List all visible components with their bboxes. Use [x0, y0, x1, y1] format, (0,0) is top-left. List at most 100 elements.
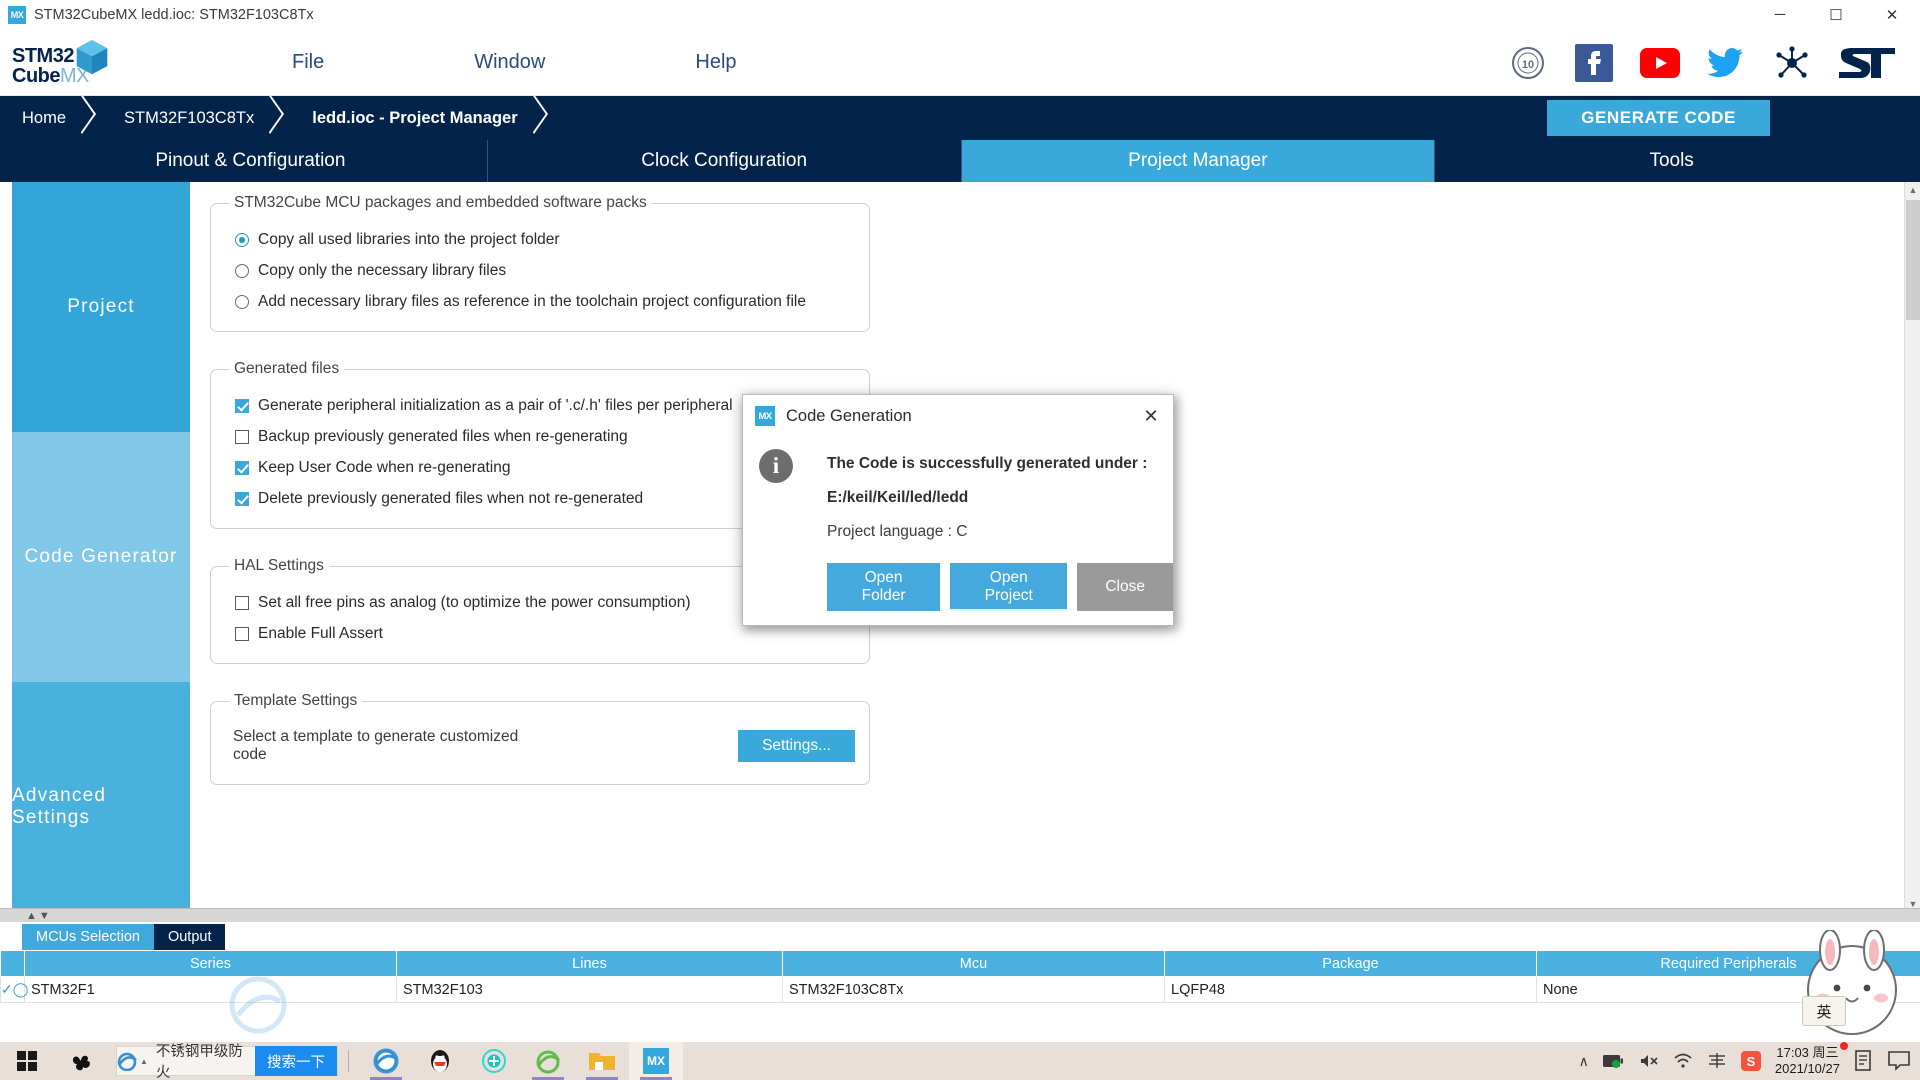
- logo-line2: Cube: [12, 64, 61, 87]
- taskbar-app-stm32cubemx[interactable]: MX: [629, 1042, 683, 1080]
- radio-add-as-reference[interactable]: Add necessary library files as reference…: [225, 286, 855, 317]
- radio-on-icon[interactable]: [235, 232, 249, 247]
- checkbox-set-free-pins-analog-label: Set all free pins as analog (to optimize…: [258, 593, 691, 611]
- notification-dot: [1840, 1042, 1848, 1050]
- pinwheel-icon[interactable]: [54, 1042, 108, 1080]
- show-hidden-icons[interactable]: ∧: [1579, 1053, 1589, 1070]
- column-header-lines[interactable]: Lines: [396, 950, 783, 977]
- breadcrumb-item-home[interactable]: Home: [0, 96, 102, 140]
- splitter-caret-icon[interactable]: ▲▼: [26, 910, 52, 922]
- search-dropdown-icon[interactable]: ▲: [140, 1057, 148, 1066]
- pane-splitter[interactable]: ▲▼: [0, 908, 1920, 922]
- breadcrumb-arrow-icon: [268, 96, 290, 140]
- taskbar-app-qq[interactable]: [413, 1042, 467, 1080]
- start-button[interactable]: [0, 1051, 54, 1071]
- taskbar-search-box[interactable]: ▲ 不锈钢甲级防火 搜索一下: [116, 1044, 338, 1080]
- table-row[interactable]: ✓◯ STM32F1 STM32F103 STM32F103C8Tx LQFP4…: [0, 976, 1920, 1003]
- menu-help[interactable]: Help: [685, 47, 746, 78]
- template-settings-description: Select a template to generate customized…: [233, 728, 519, 763]
- tab-clock-configuration[interactable]: Clock Configuration: [488, 140, 962, 182]
- ie-watermark-icon: [229, 976, 287, 1034]
- mcu-selection-table: Series Lines Mcu Package Required Periph…: [0, 950, 1920, 1003]
- dialog-title: Code Generation: [786, 406, 912, 425]
- open-project-button[interactable]: Open Project: [950, 563, 1068, 611]
- checkbox-checked-icon[interactable]: [235, 460, 249, 475]
- minimize-button[interactable]: ─: [1752, 0, 1808, 30]
- dialog-body: i The Code is successfully generated und…: [743, 437, 1173, 557]
- dialog-message-line2: E:/keil/Keil/led/ledd: [827, 489, 969, 506]
- system-tray: ∧ S 17:03 周三 2021/10/27: [1579, 1042, 1910, 1077]
- dialog-close-icon[interactable]: ✕: [1129, 395, 1173, 437]
- scrollbar-thumb[interactable]: [1906, 200, 1920, 320]
- radio-copy-all-libraries-label: Copy all used libraries into the project…: [258, 230, 560, 248]
- menu-window[interactable]: Window: [464, 47, 555, 78]
- template-settings-group: Template Settings Select a template to g…: [210, 692, 870, 785]
- close-button[interactable]: ✕: [1864, 0, 1920, 30]
- battery-icon[interactable]: [1602, 1054, 1625, 1068]
- checkbox-checked-icon[interactable]: [235, 491, 249, 506]
- column-header-series[interactable]: Series: [24, 950, 397, 977]
- workspace-vertical-scrollbar[interactable]: ▲ ▼: [1904, 182, 1920, 912]
- facebook-icon[interactable]: [1572, 41, 1616, 85]
- taskbar-app-ie[interactable]: [521, 1042, 575, 1080]
- tab-pinout-configuration[interactable]: Pinout & Configuration: [14, 140, 488, 182]
- checkbox-unchecked-icon[interactable]: [235, 595, 249, 610]
- template-settings-row: Select a template to generate customized…: [225, 722, 855, 770]
- close-dialog-button[interactable]: Close: [1077, 563, 1173, 611]
- radio-off-icon[interactable]: [235, 263, 249, 278]
- column-header-package[interactable]: Package: [1164, 950, 1537, 977]
- clock-date: 2021/10/27: [1774, 1061, 1840, 1076]
- radio-copy-all-libraries[interactable]: Copy all used libraries into the project…: [225, 224, 855, 255]
- open-folder-button[interactable]: Open Folder: [827, 563, 941, 611]
- row-select-icon[interactable]: ✓◯: [0, 976, 28, 1003]
- checkbox-unchecked-icon[interactable]: [235, 429, 249, 444]
- column-header-select[interactable]: [0, 950, 25, 977]
- radio-off-icon[interactable]: [235, 294, 249, 309]
- ten-years-badge-icon[interactable]: 10: [1506, 41, 1550, 85]
- tab-project-manager[interactable]: Project Manager: [961, 140, 1436, 182]
- taskbar-app-security[interactable]: [467, 1042, 521, 1080]
- breadcrumb-item-project[interactable]: ledd.ioc - Project Manager: [290, 96, 553, 140]
- radio-copy-necessary-libraries[interactable]: Copy only the necessary library files: [225, 255, 855, 286]
- action-center-icon[interactable]: [1888, 1051, 1910, 1071]
- sidebar-item-code-generator[interactable]: Code Generator: [12, 432, 190, 682]
- hal-settings-legend: HAL Settings: [234, 557, 324, 574]
- cubemx-logo: STM32 CubeMX: [12, 38, 112, 88]
- checkbox-checked-icon[interactable]: [235, 398, 249, 413]
- menu-file[interactable]: File: [282, 47, 334, 78]
- mcu-packages-group: STM32Cube MCU packages and embedded soft…: [210, 194, 870, 332]
- sidebar-item-advanced-settings[interactable]: Advanced Settings: [12, 682, 190, 932]
- tab-output[interactable]: Output: [153, 924, 226, 950]
- st-community-icon[interactable]: [1770, 41, 1814, 85]
- breadcrumb: Home STM32F103C8Tx ledd.ioc - Project Ma…: [0, 96, 1920, 140]
- dialog-messages: The Code is successfully generated under…: [827, 443, 1147, 557]
- taskbar-app-edge[interactable]: [359, 1042, 413, 1080]
- ime-toolbar-icon[interactable]: [1707, 1052, 1727, 1070]
- st-logo-icon[interactable]: [1836, 41, 1902, 85]
- volume-muted-icon[interactable]: [1639, 1053, 1659, 1069]
- checkbox-generate-peripheral-init-label: Generate peripheral initialization as a …: [258, 396, 733, 414]
- scroll-up-icon[interactable]: ▲: [1905, 182, 1920, 198]
- wifi-icon[interactable]: [1673, 1053, 1693, 1069]
- taskbar-app-file-explorer[interactable]: [575, 1042, 629, 1080]
- search-submit-button[interactable]: 搜索一下: [255, 1046, 337, 1076]
- checkbox-unchecked-icon[interactable]: [235, 626, 249, 641]
- template-settings-legend: Template Settings: [234, 692, 358, 709]
- cell-lines: STM32F103: [396, 976, 783, 1003]
- search-input[interactable]: 不锈钢甲级防火: [156, 1040, 255, 1080]
- tab-mcus-selection[interactable]: MCUs Selection: [22, 924, 154, 950]
- generate-code-button[interactable]: GENERATE CODE: [1547, 100, 1770, 136]
- column-header-mcu[interactable]: Mcu: [782, 950, 1165, 977]
- youtube-icon[interactable]: [1638, 41, 1682, 85]
- tab-tools[interactable]: Tools: [1435, 140, 1908, 182]
- ime-status-badge[interactable]: 英: [1802, 996, 1846, 1026]
- maximize-button[interactable]: ☐: [1808, 0, 1864, 30]
- sidebar-item-project[interactable]: Project: [12, 182, 190, 432]
- checkbox-enable-full-assert-label: Enable Full Assert: [258, 624, 383, 642]
- taskbar-clock[interactable]: 17:03 周三 2021/10/27: [1774, 1042, 1848, 1077]
- sogou-icon[interactable]: S: [1740, 1051, 1761, 1071]
- breadcrumb-item-mcu[interactable]: STM32F103C8Tx: [102, 96, 290, 140]
- template-settings-button[interactable]: Settings...: [738, 730, 855, 762]
- twitter-icon[interactable]: [1704, 41, 1748, 85]
- notes-icon[interactable]: [1854, 1050, 1874, 1072]
